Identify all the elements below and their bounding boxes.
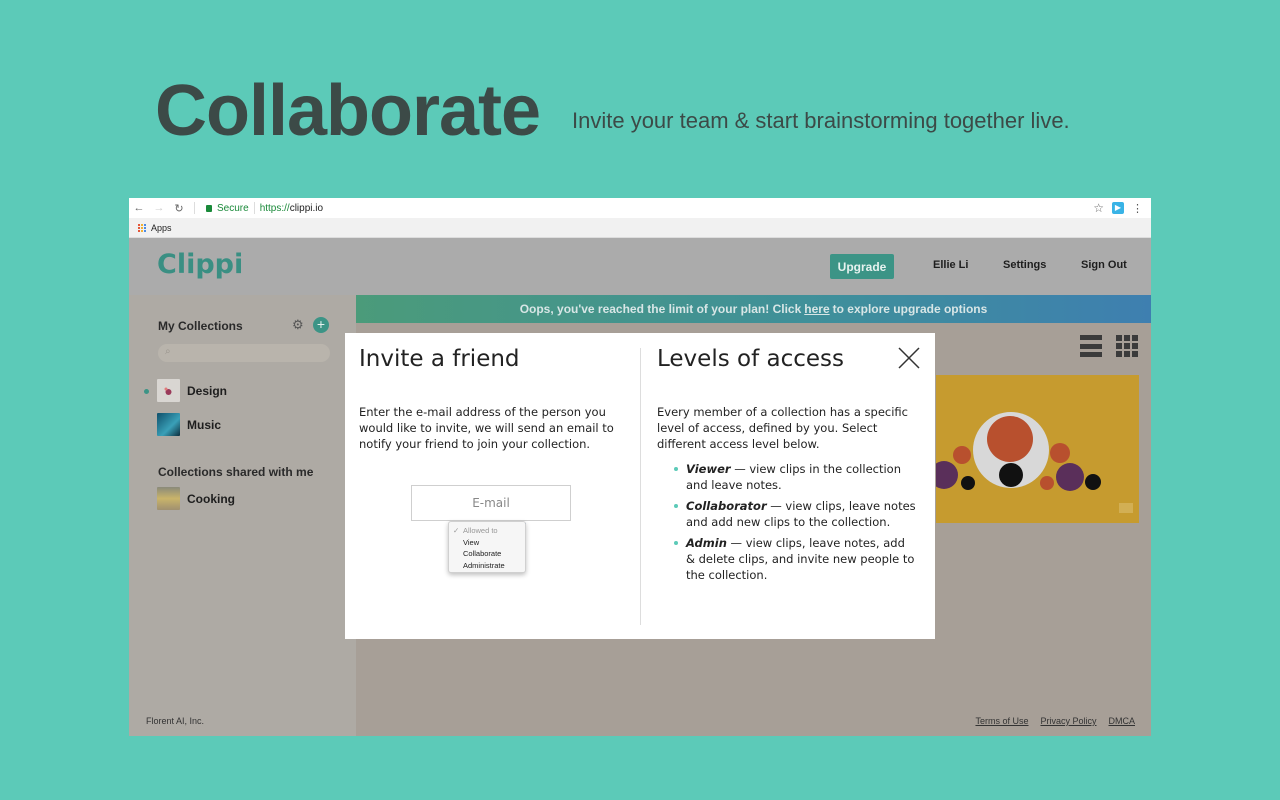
grid-view-icon[interactable] <box>1116 335 1138 357</box>
shared-collections-heading: Collections shared with me <box>158 465 314 479</box>
sidebar-item-label: Design <box>187 383 228 398</box>
invite-title: Invite a friend <box>359 346 520 372</box>
access-levels-list: Viewer — view clips in the collection an… <box>674 461 916 588</box>
list-item: Viewer — view clips in the collection an… <box>674 461 916 493</box>
sidebar-item-cooking[interactable]: Cooking <box>157 487 235 510</box>
menu-kebab-icon[interactable]: ⋮ <box>1132 202 1143 215</box>
list-view-icon[interactable] <box>1080 335 1102 357</box>
my-collections-heading: My Collections <box>158 319 243 333</box>
dropdown-option-administrate[interactable]: Administrate <box>449 560 525 572</box>
secure-label: Secure <box>217 202 249 214</box>
list-item: Collaborator — view clips, leave notes a… <box>674 498 916 530</box>
hero-title: Collaborate <box>155 71 541 151</box>
collection-thumbnail <box>157 487 180 510</box>
plan-limit-banner: Oops, you've reached the limit of your p… <box>356 295 1151 323</box>
user-menu[interactable]: Ellie Li <box>933 259 968 271</box>
banner-text: Oops, you've reached the limit of your p… <box>519 302 802 316</box>
dropdown-option-collaborate[interactable]: Collaborate <box>449 548 525 560</box>
app-logo[interactable]: Clippi <box>157 249 243 280</box>
lock-icon <box>206 204 212 212</box>
sidebar-item-music[interactable]: Music <box>157 413 221 436</box>
sidebar-item-design[interactable]: Design <box>157 379 227 402</box>
email-field[interactable]: E-mail <box>411 485 571 521</box>
bullet-dot <box>674 504 678 508</box>
invite-description: Enter the e-mail address of the person y… <box>359 405 614 451</box>
hero-subtitle: Invite your team & start brainstorming t… <box>572 108 1070 133</box>
forward-arrow-icon[interactable]: → <box>149 202 169 214</box>
list-item: Admin — view clips, leave notes, add & d… <box>674 535 916 583</box>
modal-divider <box>640 348 641 625</box>
sign-out-link[interactable]: Sign Out <box>1081 259 1127 271</box>
app-header: Clippi Upgrade Ellie Li Settings Sign Ou… <box>129 238 1151 295</box>
add-collection-button[interactable]: + <box>313 317 329 333</box>
back-arrow-icon[interactable]: ← <box>129 202 149 214</box>
extension-icon[interactable]: ▶ <box>1112 202 1124 214</box>
dmca-link[interactable]: DMCA <box>1109 716 1136 726</box>
address-divider <box>194 202 195 214</box>
apps-grid-icon <box>138 223 146 232</box>
apps-bookmark[interactable]: Apps <box>151 223 172 233</box>
level-name: Admin <box>686 536 727 550</box>
collection-thumbnail <box>157 413 180 436</box>
dropdown-option-view[interactable]: View <box>449 537 525 549</box>
address-bar: ← → ↻ Secure https://clippi.io ☆ ▶ ⋮ <box>129 198 1151 218</box>
company-name: Florent AI, Inc. <box>146 716 205 726</box>
terms-link[interactable]: Terms of Use <box>975 716 1028 726</box>
privacy-link[interactable]: Privacy Policy <box>1040 716 1096 726</box>
reload-icon[interactable]: ↻ <box>169 202 189 215</box>
gear-icon[interactable]: ⚙ <box>292 317 304 333</box>
bullet-dot <box>674 541 678 545</box>
upgrade-options-link[interactable]: here <box>804 302 829 316</box>
sidebar-item-label: Music <box>187 417 222 432</box>
active-collection-indicator <box>144 389 149 394</box>
url-field[interactable]: https://clippi.io <box>260 203 323 214</box>
banner-text-suffix: to explore upgrade options <box>832 302 988 316</box>
collection-search-input[interactable]: ⌕ <box>158 344 330 362</box>
bullet-dot <box>674 467 678 471</box>
check-icon: ✓ <box>453 526 460 535</box>
sidebar: My Collections ⚙ + ⌕ Design Music Collec… <box>129 295 356 736</box>
dropdown-header-label: Allowed to <box>463 526 498 535</box>
levels-description: Every member of a collection has a speci… <box>657 405 908 451</box>
dropdown-header: ✓ Allowed to <box>449 525 525 537</box>
url-scheme: https:// <box>259 202 290 214</box>
collection-thumbnail <box>157 379 180 402</box>
footer-links: Terms of Use Privacy Policy DMCA <box>975 716 1135 726</box>
secure-indicator[interactable]: Secure <box>206 203 249 214</box>
upgrade-button[interactable]: Upgrade <box>830 254 894 279</box>
search-icon: ⌕ <box>165 346 171 357</box>
close-icon[interactable] <box>897 346 921 370</box>
bookmark-star-icon[interactable]: ☆ <box>1093 201 1104 215</box>
settings-link[interactable]: Settings <box>1003 259 1046 271</box>
level-name: Collaborator <box>686 499 767 513</box>
design-thumb-graphic <box>164 387 172 395</box>
bookmarks-bar: Apps <box>129 218 1151 238</box>
levels-title: Levels of access <box>657 346 844 372</box>
clip-card-artwork <box>936 412 1133 513</box>
level-name: Viewer <box>686 462 731 476</box>
sidebar-item-label: Cooking <box>187 491 235 506</box>
clip-card[interactable] <box>936 375 1139 523</box>
url-host: clippi.io <box>289 202 324 214</box>
invite-modal: Invite a friend Enter the e-mail address… <box>345 333 935 639</box>
access-level-dropdown[interactable]: ✓ Allowed to View Collaborate Administrat… <box>448 521 526 573</box>
address-divider <box>253 202 255 214</box>
